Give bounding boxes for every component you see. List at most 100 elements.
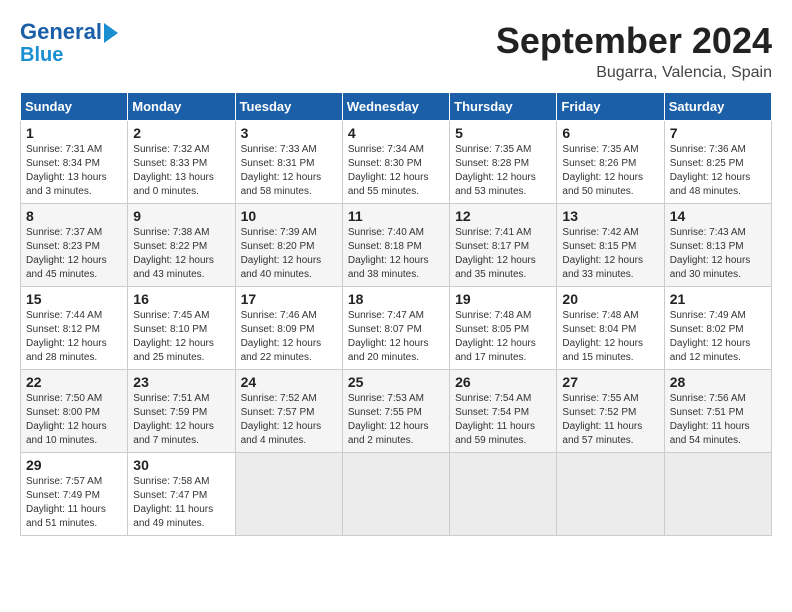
day-number: 7: [670, 125, 766, 141]
day-info: Sunrise: 7:36 AM Sunset: 8:25 PM Dayligh…: [670, 143, 766, 199]
calendar-cell: 3 Sunrise: 7:33 AM Sunset: 8:31 PM Daylig…: [235, 121, 342, 204]
day-number: 14: [670, 208, 766, 224]
day-number: 17: [241, 291, 337, 307]
weekday-header-wednesday: Wednesday: [342, 93, 449, 121]
calendar-week-row: 8 Sunrise: 7:37 AM Sunset: 8:23 PM Daylig…: [21, 204, 772, 287]
day-info: Sunrise: 7:58 AM Sunset: 7:47 PM Dayligh…: [133, 475, 229, 531]
calendar-cell: 21 Sunrise: 7:49 AM Sunset: 8:02 PM Dayli…: [664, 287, 771, 370]
calendar-cell: 27 Sunrise: 7:55 AM Sunset: 7:52 PM Dayli…: [557, 370, 664, 453]
day-info: Sunrise: 7:49 AM Sunset: 8:02 PM Dayligh…: [670, 309, 766, 365]
day-number: 6: [562, 125, 658, 141]
weekday-header-saturday: Saturday: [664, 93, 771, 121]
day-info: Sunrise: 7:40 AM Sunset: 8:18 PM Dayligh…: [348, 226, 444, 282]
calendar-cell: 13 Sunrise: 7:42 AM Sunset: 8:15 PM Dayli…: [557, 204, 664, 287]
calendar-cell: 6 Sunrise: 7:35 AM Sunset: 8:26 PM Daylig…: [557, 121, 664, 204]
day-number: 30: [133, 457, 229, 473]
day-info: Sunrise: 7:48 AM Sunset: 8:04 PM Dayligh…: [562, 309, 658, 365]
title-block: September 2024 Bugarra, Valencia, Spain: [496, 20, 772, 82]
calendar-week-row: 29 Sunrise: 7:57 AM Sunset: 7:49 PM Dayli…: [21, 453, 772, 536]
calendar-cell: 28Sunrise: 7:56 AM Sunset: 7:51 PM Dayli…: [664, 370, 771, 453]
calendar-cell: [557, 453, 664, 536]
calendar-week-row: 22 Sunrise: 7:50 AM Sunset: 8:00 PM Dayli…: [21, 370, 772, 453]
logo-arrow-icon: [104, 23, 118, 43]
calendar-cell: 11 Sunrise: 7:40 AM Sunset: 8:18 PM Dayli…: [342, 204, 449, 287]
day-number: 25: [348, 374, 444, 390]
day-number: 1: [26, 125, 122, 141]
calendar-week-row: 1 Sunrise: 7:31 AM Sunset: 8:34 PM Daylig…: [21, 121, 772, 204]
day-info: Sunrise: 7:43 AM Sunset: 8:13 PM Dayligh…: [670, 226, 766, 282]
calendar-cell: 10 Sunrise: 7:39 AM Sunset: 8:20 PM Dayli…: [235, 204, 342, 287]
day-info: Sunrise: 7:46 AM Sunset: 8:09 PM Dayligh…: [241, 309, 337, 365]
calendar-cell: 14 Sunrise: 7:43 AM Sunset: 8:13 PM Dayli…: [664, 204, 771, 287]
calendar-cell: 22 Sunrise: 7:50 AM Sunset: 8:00 PM Dayli…: [21, 370, 128, 453]
day-info: Sunrise: 7:39 AM Sunset: 8:20 PM Dayligh…: [241, 226, 337, 282]
day-info: Sunrise: 7:48 AM Sunset: 8:05 PM Dayligh…: [455, 309, 551, 365]
day-number: 24: [241, 374, 337, 390]
day-info: Sunrise: 7:55 AM Sunset: 7:52 PM Dayligh…: [562, 392, 658, 448]
calendar-cell: 12 Sunrise: 7:41 AM Sunset: 8:17 PM Dayli…: [450, 204, 557, 287]
day-number: 5: [455, 125, 551, 141]
calendar-cell: 30 Sunrise: 7:58 AM Sunset: 7:47 PM Dayli…: [128, 453, 235, 536]
calendar-cell: 19 Sunrise: 7:48 AM Sunset: 8:05 PM Dayli…: [450, 287, 557, 370]
day-number: 2: [133, 125, 229, 141]
day-info: Sunrise: 7:52 AM Sunset: 7:57 PM Dayligh…: [241, 392, 337, 448]
day-number: 29: [26, 457, 122, 473]
day-info: Sunrise: 7:45 AM Sunset: 8:10 PM Dayligh…: [133, 309, 229, 365]
day-info: Sunrise: 7:50 AM Sunset: 8:00 PM Dayligh…: [26, 392, 122, 448]
calendar-cell: 29 Sunrise: 7:57 AM Sunset: 7:49 PM Dayli…: [21, 453, 128, 536]
day-number: 22: [26, 374, 122, 390]
calendar-cell: 1 Sunrise: 7:31 AM Sunset: 8:34 PM Daylig…: [21, 121, 128, 204]
weekday-header-monday: Monday: [128, 93, 235, 121]
logo-text-blue: Blue: [20, 44, 63, 66]
calendar-cell: 8 Sunrise: 7:37 AM Sunset: 8:23 PM Daylig…: [21, 204, 128, 287]
weekday-header-row: SundayMondayTuesdayWednesdayThursdayFrid…: [21, 93, 772, 121]
day-number: 10: [241, 208, 337, 224]
day-number: 20: [562, 291, 658, 307]
day-number: 23: [133, 374, 229, 390]
day-info: Sunrise: 7:35 AM Sunset: 8:28 PM Dayligh…: [455, 143, 551, 199]
day-info: Sunrise: 7:42 AM Sunset: 8:15 PM Dayligh…: [562, 226, 658, 282]
calendar-cell: 18Sunrise: 7:47 AM Sunset: 8:07 PM Dayli…: [342, 287, 449, 370]
calendar-cell: 17 Sunrise: 7:46 AM Sunset: 8:09 PM Dayli…: [235, 287, 342, 370]
calendar-cell: 7 Sunrise: 7:36 AM Sunset: 8:25 PM Daylig…: [664, 121, 771, 204]
day-number: 21: [670, 291, 766, 307]
calendar-cell: 23 Sunrise: 7:51 AM Sunset: 7:59 PM Dayli…: [128, 370, 235, 453]
day-number: 12: [455, 208, 551, 224]
day-number: 28: [670, 374, 766, 390]
weekday-header-friday: Friday: [557, 93, 664, 121]
day-number: 15: [26, 291, 122, 307]
day-number: 8: [26, 208, 122, 224]
day-number: 3: [241, 125, 337, 141]
weekday-header-sunday: Sunday: [21, 93, 128, 121]
calendar-cell: 4 Sunrise: 7:34 AM Sunset: 8:30 PM Daylig…: [342, 121, 449, 204]
day-number: 4: [348, 125, 444, 141]
day-info: Sunrise: 7:53 AM Sunset: 7:55 PM Dayligh…: [348, 392, 444, 448]
calendar-cell: 20 Sunrise: 7:48 AM Sunset: 8:04 PM Dayli…: [557, 287, 664, 370]
logo: General Blue: [20, 20, 118, 66]
day-info: Sunrise: 7:44 AM Sunset: 8:12 PM Dayligh…: [26, 309, 122, 365]
weekday-header-thursday: Thursday: [450, 93, 557, 121]
day-info: Sunrise: 7:31 AM Sunset: 8:34 PM Dayligh…: [26, 143, 122, 199]
calendar-cell: 24 Sunrise: 7:52 AM Sunset: 7:57 PM Dayli…: [235, 370, 342, 453]
day-number: 13: [562, 208, 658, 224]
calendar-cell: 25 Sunrise: 7:53 AM Sunset: 7:55 PM Dayli…: [342, 370, 449, 453]
day-info: Sunrise: 7:33 AM Sunset: 8:31 PM Dayligh…: [241, 143, 337, 199]
day-info: Sunrise: 7:57 AM Sunset: 7:49 PM Dayligh…: [26, 475, 122, 531]
day-number: 27: [562, 374, 658, 390]
day-info: Sunrise: 7:41 AM Sunset: 8:17 PM Dayligh…: [455, 226, 551, 282]
calendar-cell: [342, 453, 449, 536]
day-info: Sunrise: 7:34 AM Sunset: 8:30 PM Dayligh…: [348, 143, 444, 199]
day-info: Sunrise: 7:37 AM Sunset: 8:23 PM Dayligh…: [26, 226, 122, 282]
day-number: 11: [348, 208, 444, 224]
day-number: 19: [455, 291, 551, 307]
weekday-header-tuesday: Tuesday: [235, 93, 342, 121]
location-subtitle: Bugarra, Valencia, Spain: [496, 64, 772, 82]
day-number: 16: [133, 291, 229, 307]
day-number: 9: [133, 208, 229, 224]
day-info: Sunrise: 7:35 AM Sunset: 8:26 PM Dayligh…: [562, 143, 658, 199]
calendar-table: SundayMondayTuesdayWednesdayThursdayFrid…: [20, 92, 772, 536]
day-info: Sunrise: 7:51 AM Sunset: 7:59 PM Dayligh…: [133, 392, 229, 448]
page-header: General Blue September 2024 Bugarra, Val…: [20, 20, 772, 82]
calendar-cell: 16 Sunrise: 7:45 AM Sunset: 8:10 PM Dayli…: [128, 287, 235, 370]
day-info: Sunrise: 7:32 AM Sunset: 8:33 PM Dayligh…: [133, 143, 229, 199]
